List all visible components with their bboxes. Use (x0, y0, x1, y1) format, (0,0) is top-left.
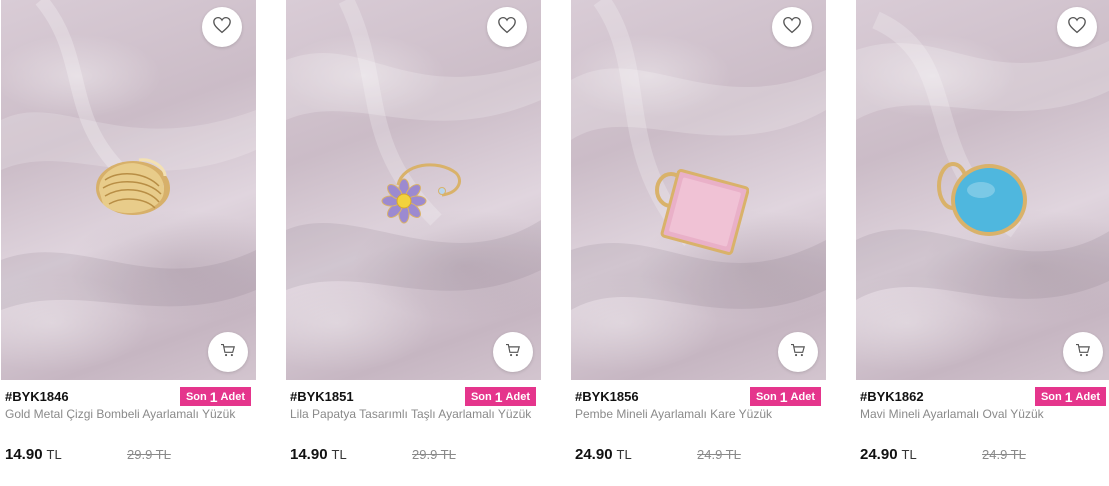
old-price: 29.9 TL (127, 447, 171, 462)
stock-suffix: Adet (790, 390, 815, 403)
stock-prefix: Son (185, 390, 207, 403)
product-card: #BYK1862 Son 1 Adet Mavi Mineli Ayarlama… (855, 0, 1109, 486)
stock-count: 1 (209, 388, 218, 405)
add-to-cart-button[interactable] (778, 332, 818, 372)
stock-suffix: Adet (1075, 390, 1100, 403)
product-grid: #BYK1846 Son 1 Adet Gold Metal Çizgi Bom… (0, 0, 1109, 486)
add-to-cart-button[interactable] (1063, 332, 1103, 372)
stock-count: 1 (1064, 388, 1073, 405)
product-image[interactable] (1, 0, 256, 380)
cart-icon (790, 343, 806, 362)
product-code: #BYK1846 (5, 389, 69, 404)
stock-suffix: Adet (220, 390, 245, 403)
heart-icon (1067, 16, 1087, 39)
stock-suffix: Adet (505, 390, 530, 403)
product-card: #BYK1856 Son 1 Adet Pembe Mineli Ayarlam… (570, 0, 826, 486)
add-to-cart-button[interactable] (208, 332, 248, 372)
price-value: 24.90 (575, 446, 613, 463)
product-price: 14.90 TL (290, 446, 347, 463)
favorite-button[interactable] (1057, 7, 1097, 47)
product-code: #BYK1851 (290, 389, 354, 404)
stock-badge: Son 1 Adet (464, 387, 536, 406)
price-value: 24.90 (860, 446, 898, 463)
favorite-button[interactable] (487, 7, 527, 47)
stock-prefix: Son (1040, 390, 1062, 403)
product-price: 14.90 TL (5, 446, 62, 463)
blue-oval-ring-image (937, 162, 1027, 236)
product-price: 24.90 TL (860, 446, 917, 463)
product-name-link[interactable]: Mavi Mineli Ayarlamalı Oval Yüzük (860, 407, 1044, 421)
product-name-link[interactable]: Gold Metal Çizgi Bombeli Ayarlamalı Yüzü… (5, 407, 235, 421)
price-value: 14.90 (290, 446, 328, 463)
cart-icon (1075, 343, 1091, 362)
price-currency: TL (331, 447, 347, 462)
stock-badge: Son 1 Adet (179, 387, 251, 406)
product-image[interactable] (856, 0, 1109, 380)
product-code: #BYK1862 (860, 389, 924, 404)
cart-icon (220, 343, 236, 362)
product-price: 24.90 TL (575, 446, 632, 463)
favorite-button[interactable] (772, 7, 812, 47)
product-image[interactable] (286, 0, 541, 380)
old-price: 24.9 TL (697, 447, 741, 462)
favorite-button[interactable] (202, 7, 242, 47)
stock-badge: Son 1 Adet (1034, 387, 1106, 406)
stock-prefix: Son (755, 390, 777, 403)
product-name-link[interactable]: Pembe Mineli Ayarlamalı Kare Yüzük (575, 407, 772, 421)
heart-icon (497, 16, 517, 39)
cart-icon (505, 343, 521, 362)
price-value: 14.90 (5, 446, 43, 463)
gold-ribbed-ring-image (96, 158, 170, 215)
price-currency: TL (901, 447, 917, 462)
product-code: #BYK1856 (575, 389, 639, 404)
heart-icon (212, 16, 232, 39)
price-currency: TL (46, 447, 62, 462)
product-image[interactable] (571, 0, 826, 380)
stock-badge: Son 1 Adet (749, 387, 821, 406)
price-currency: TL (616, 447, 632, 462)
old-price: 24.9 TL (982, 447, 1026, 462)
old-price: 29.9 TL (412, 447, 456, 462)
product-card: #BYK1846 Son 1 Adet Gold Metal Çizgi Bom… (0, 0, 256, 486)
pink-square-ring-image (655, 169, 749, 255)
stock-count: 1 (494, 388, 503, 405)
lilac-daisy-ring-image (381, 163, 461, 224)
heart-icon (782, 16, 802, 39)
add-to-cart-button[interactable] (493, 332, 533, 372)
product-card: #BYK1851 Son 1 Adet Lila Papatya Tasarım… (285, 0, 541, 486)
product-name-link[interactable]: Lila Papatya Tasarımlı Taşlı Ayarlamalı … (290, 407, 531, 421)
stock-prefix: Son (470, 390, 492, 403)
stock-count: 1 (779, 388, 788, 405)
